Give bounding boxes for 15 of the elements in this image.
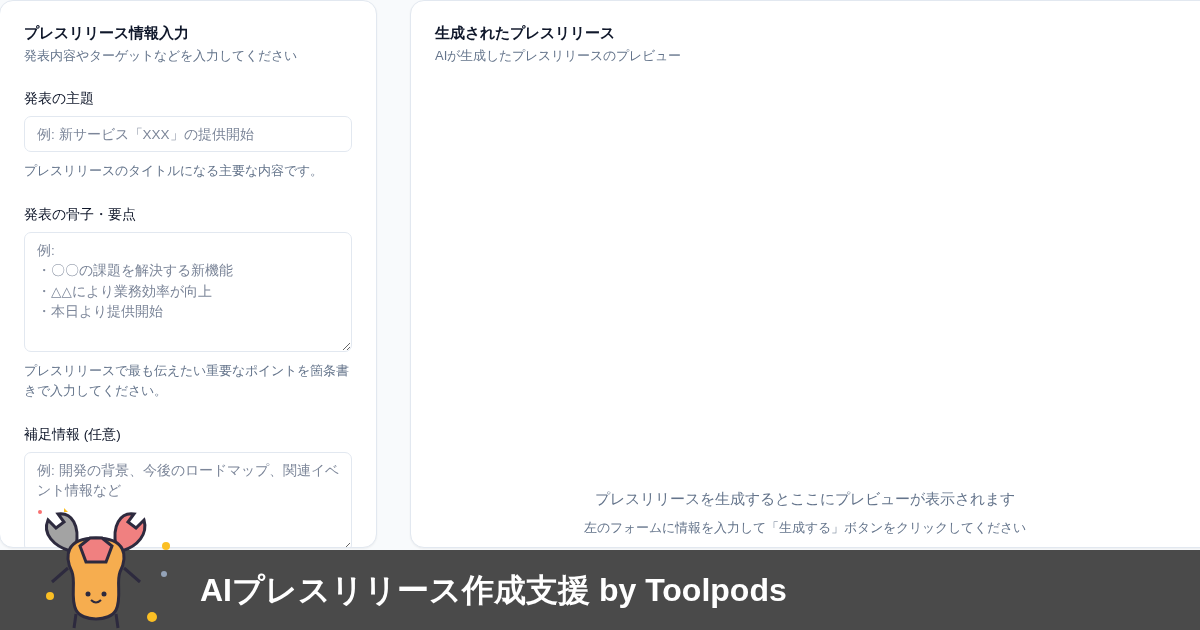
banner-title: AIプレスリリース作成支援 by Toolpods [200,571,787,610]
text-area-field[interactable]: 例: 開発の背景、今後のロードマップ、関連イベント情報など [24,452,352,547]
card-subtitle: AIが生成したプレスリリースのプレビュー [435,47,683,65]
field-label: 補足情報 (任意) [24,426,122,444]
empty-state-message: プレスリリースを生成するとここにプレビューが表示されます [595,489,1015,509]
card-title: プレスリリース情報入力 [24,23,190,43]
field-label: 発表の骨子・要点 [24,206,137,224]
empty-state-hint: 左のフォームに情報を入力して「生成する」ボタンをクリックしてください [584,519,1026,537]
help-text: プレスリリースのタイトルになる主要な内容です。 [24,162,324,180]
field-label: 発表の主題 [24,90,95,108]
card-title: 生成されたプレスリリース [435,23,616,43]
help-text: プレスリリースで最も伝えたい重要なポイントを箇条書きで入力してください。 [24,362,350,400]
text-input-field[interactable]: 例: 新サービス「XXX」の提供開始 [24,116,352,152]
card-subtitle: 発表内容やターゲットなどを入力してください [24,47,298,65]
text-area-field[interactable]: 例: ・〇〇の課題を解決する新機能 ・△△により業務効率が向上 ・本日より提供開始 [24,232,352,352]
